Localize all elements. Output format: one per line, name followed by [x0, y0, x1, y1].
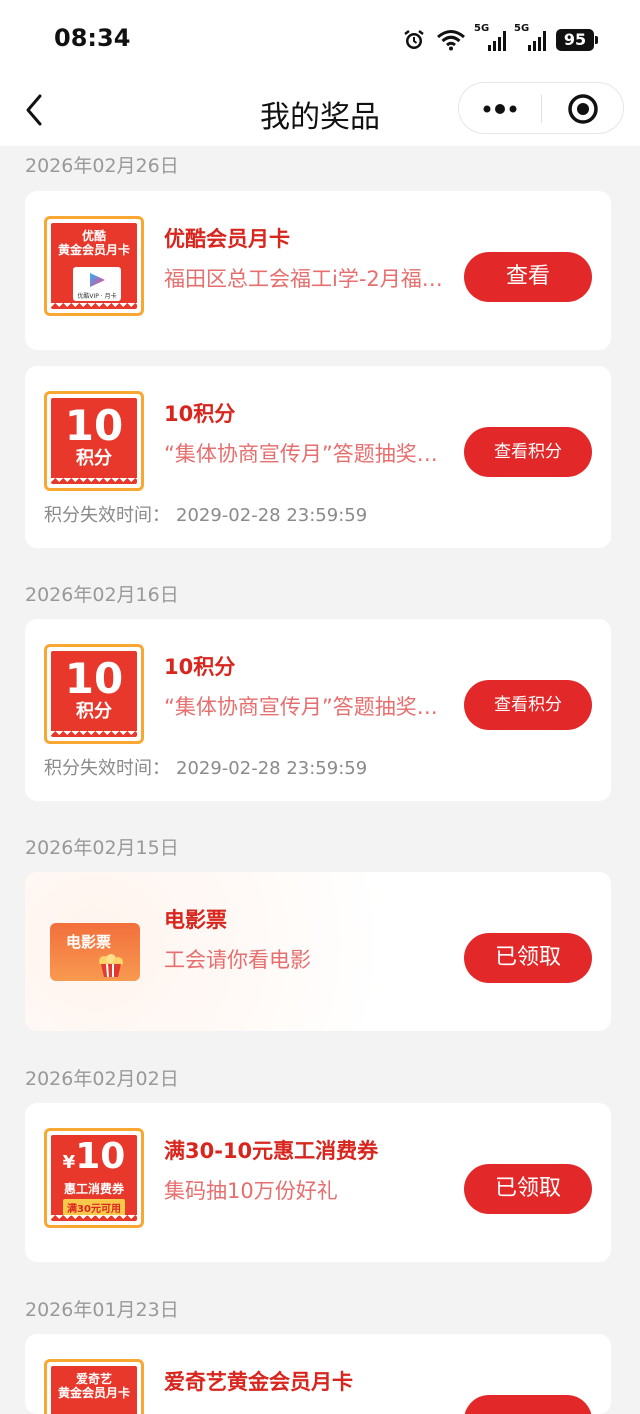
date-header: 2026年02月02日: [25, 1068, 179, 1090]
points-expiry: 积分失效时间： 2029-02-28 23:59:59: [44, 758, 368, 779]
view-points-button[interactable]: 查看积分: [464, 680, 592, 730]
prize-title: 优酷会员月卡: [164, 227, 290, 251]
claimed-button[interactable]: 已领取: [464, 933, 592, 983]
signal-5g-2-icon: 5G: [514, 23, 546, 51]
vip-card-image: 优酷VIP · 月卡: [73, 267, 121, 301]
prize-subtitle: 集码抽10万份好礼: [164, 1179, 338, 1203]
nav-bar: 我的奖品: [0, 80, 640, 146]
prize-title: 爱奇艺黄金会员月卡: [164, 1370, 353, 1394]
wifi-icon: [437, 30, 465, 51]
date-header: 2026年02月26日: [25, 155, 179, 177]
prize-card: 爱奇艺 黄金会员月卡 爱奇艺黄金会员月卡: [25, 1334, 611, 1414]
prize-subtitle: “集体协商宣传月”答题抽奖活动: [164, 695, 458, 719]
youku-vip-thumbnail: 优酷 黄金会员月卡 优酷VIP · 月卡: [44, 216, 144, 316]
claimed-button[interactable]: 已领取: [464, 1164, 592, 1214]
prize-card: 电影票 电影票 工会请你看电影 已领取: [25, 872, 611, 1031]
prize-title: 满30-10元惠工消费券: [164, 1139, 379, 1163]
prize-subtitle: “集体协商宣传月”答题抽奖活动: [164, 442, 458, 466]
coupon-thumbnail: ¥10 惠工消费券 满30元可用: [44, 1128, 144, 1228]
view-button[interactable]: 查看: [464, 252, 592, 302]
prize-subtitle: 福田区总工会福工i学-2月福利活动: [164, 267, 458, 291]
date-header: 2026年01月23日: [25, 1299, 179, 1321]
status-time: 08:34: [54, 24, 131, 52]
battery-icon: 95: [556, 29, 598, 51]
points-thumbnail: 10 积分: [44, 644, 144, 744]
prize-card: 优酷 黄金会员月卡 优酷VIP · 月卡 优酷会员月卡 福田区总工会福工i学-2…: [25, 191, 611, 350]
status-bar: 08:34 5G 5G 95: [0, 0, 640, 80]
coupon-condition-pill: 满30元可用: [63, 1199, 125, 1216]
points-expiry: 积分失效时间： 2029-02-28 23:59:59: [44, 505, 368, 526]
date-header: 2026年02月16日: [25, 584, 179, 606]
signal-5g-1-icon: 5G: [474, 23, 506, 51]
prize-card: ¥10 惠工消费券 满30元可用 满30-10元惠工消费券 集码抽10万份好礼 …: [25, 1103, 611, 1262]
view-button[interactable]: [464, 1395, 592, 1414]
capsule-divider: [541, 95, 542, 123]
prize-title: 电影票: [164, 908, 227, 932]
more-icon[interactable]: [479, 95, 521, 123]
popcorn-icon: [99, 954, 123, 977]
miniprogram-capsule: [458, 82, 624, 134]
prize-title: 10积分: [164, 402, 236, 426]
prize-card: 10 积分 10积分 “集体协商宣传月”答题抽奖活动 查看积分 积分失效时间： 2…: [25, 619, 611, 801]
status-icons: 5G 5G 95: [402, 23, 598, 54]
iqiyi-vip-thumbnail: 爱奇艺 黄金会员月卡: [44, 1359, 144, 1414]
prize-subtitle: 工会请你看电影: [164, 948, 311, 972]
view-points-button[interactable]: 查看积分: [464, 427, 592, 477]
date-header: 2026年02月15日: [25, 837, 179, 859]
movie-ticket-thumbnail: 电影票: [50, 923, 140, 981]
points-thumbnail: 10 积分: [44, 391, 144, 491]
youku-logo-icon: [90, 273, 105, 287]
prize-title: 10积分: [164, 655, 236, 679]
close-miniprogram-icon[interactable]: [567, 93, 599, 125]
prize-card: 10 积分 10积分 “集体协商宣传月”答题抽奖活动 查看积分 积分失效时间： 2…: [25, 366, 611, 548]
alarm-icon: [404, 30, 424, 49]
